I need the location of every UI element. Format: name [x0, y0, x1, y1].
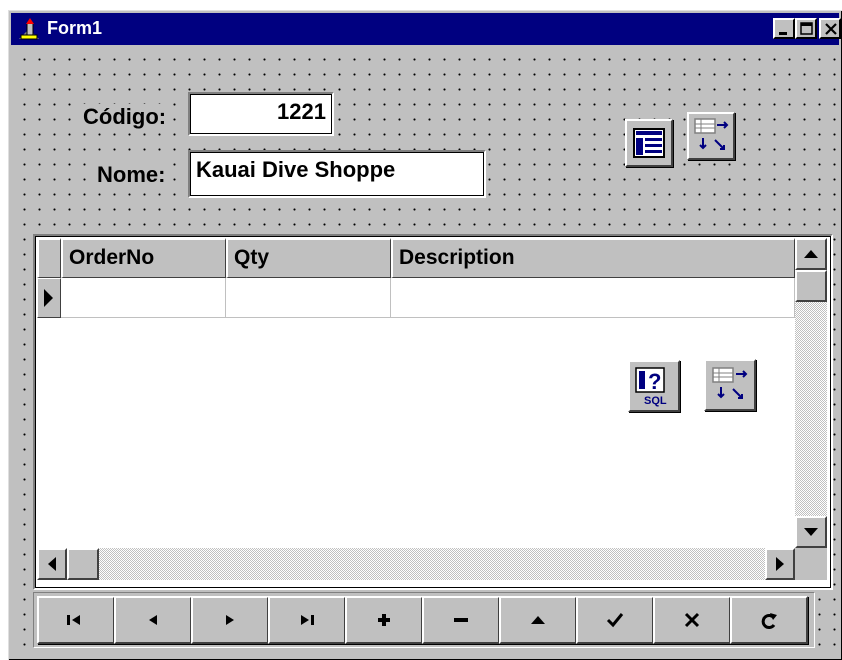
svg-text:?: ?: [648, 369, 661, 394]
scroll-right-icon: [776, 557, 784, 571]
grid-cell[interactable]: [391, 278, 795, 318]
query-sql-icon: ? SQL: [635, 367, 667, 407]
horizontal-scroll-thumb[interactable]: [67, 548, 99, 580]
column-header-description[interactable]: Description: [391, 238, 795, 278]
table-icon: [712, 367, 748, 399]
minimize-button[interactable]: [773, 18, 795, 39]
nav-edit-button[interactable]: [499, 596, 577, 644]
codigo-label: Código:: [81, 104, 169, 130]
close-icon: [825, 23, 837, 35]
edit-icon: [531, 616, 545, 624]
nav-refresh-button[interactable]: [730, 596, 808, 644]
db-grid[interactable]: OrderNo Qty Description ? SQL: [33, 234, 833, 590]
column-header-qty[interactable]: Qty: [226, 238, 391, 278]
db-navigator: [33, 592, 815, 648]
prior-icon: [149, 615, 157, 625]
nav-post-button[interactable]: [576, 596, 654, 644]
svg-text:SQL: SQL: [644, 395, 667, 407]
grid-corner-header: [37, 238, 61, 278]
scroll-left-button[interactable]: [37, 548, 67, 580]
table-component-2[interactable]: [704, 359, 756, 411]
minimize-icon: [779, 32, 787, 35]
codigo-field[interactable]: 1221: [188, 92, 334, 136]
insert-icon: [378, 614, 390, 626]
nav-insert-button[interactable]: [345, 596, 423, 644]
scroll-right-button[interactable]: [765, 548, 795, 580]
vertical-scrollbar[interactable]: [795, 238, 827, 548]
table-icon: [694, 118, 729, 150]
column-header-orderno[interactable]: OrderNo: [61, 238, 226, 278]
post-icon: [606, 613, 624, 628]
row-indicator[interactable]: [37, 278, 61, 318]
scroll-down-icon: [804, 528, 818, 536]
close-button[interactable]: [819, 18, 841, 39]
maximize-icon: [800, 22, 813, 35]
title-bar[interactable]: Form1: [11, 13, 841, 45]
nav-delete-button[interactable]: [422, 596, 500, 644]
maximize-button[interactable]: [795, 18, 817, 39]
form-client-area: Código: 1221 Nome: Kauai Dive Shoppe Ord…: [11, 46, 839, 657]
nome-field[interactable]: Kauai Dive Shoppe: [188, 150, 486, 198]
nav-last-button[interactable]: [268, 596, 346, 644]
table-component-1[interactable]: [687, 112, 735, 160]
scrollbar-corner: [795, 548, 827, 580]
form-window: Form1 Código: 1221 Nome: Kauai Dive Shop…: [8, 10, 842, 660]
cancel-icon: [684, 612, 700, 628]
next-icon: [226, 615, 234, 625]
last-icon: [301, 615, 314, 625]
grid-cell[interactable]: [226, 278, 391, 318]
scroll-left-icon: [48, 557, 56, 571]
current-row-arrow-icon: [44, 289, 53, 307]
query-component[interactable]: ? SQL: [628, 360, 680, 412]
refresh-icon: [761, 613, 777, 629]
horizontal-scrollbar[interactable]: [37, 548, 795, 580]
scroll-up-icon: [804, 250, 818, 258]
window-title: Form1: [47, 18, 103, 38]
vertical-scroll-thumb[interactable]: [795, 270, 827, 302]
nome-label: Nome:: [95, 162, 168, 188]
scroll-up-button[interactable]: [795, 238, 827, 270]
nav-first-button[interactable]: [37, 596, 115, 644]
delete-icon: [454, 618, 468, 622]
delphi-app-icon: [19, 18, 39, 40]
first-icon: [67, 615, 80, 625]
nav-cancel-button[interactable]: [653, 596, 731, 644]
nav-prior-button[interactable]: [114, 596, 192, 644]
datasource-icon: [633, 128, 665, 158]
nav-next-button[interactable]: [191, 596, 269, 644]
scroll-down-button[interactable]: [795, 516, 827, 548]
grid-cell[interactable]: [61, 278, 226, 318]
datasource-component[interactable]: [625, 119, 673, 167]
